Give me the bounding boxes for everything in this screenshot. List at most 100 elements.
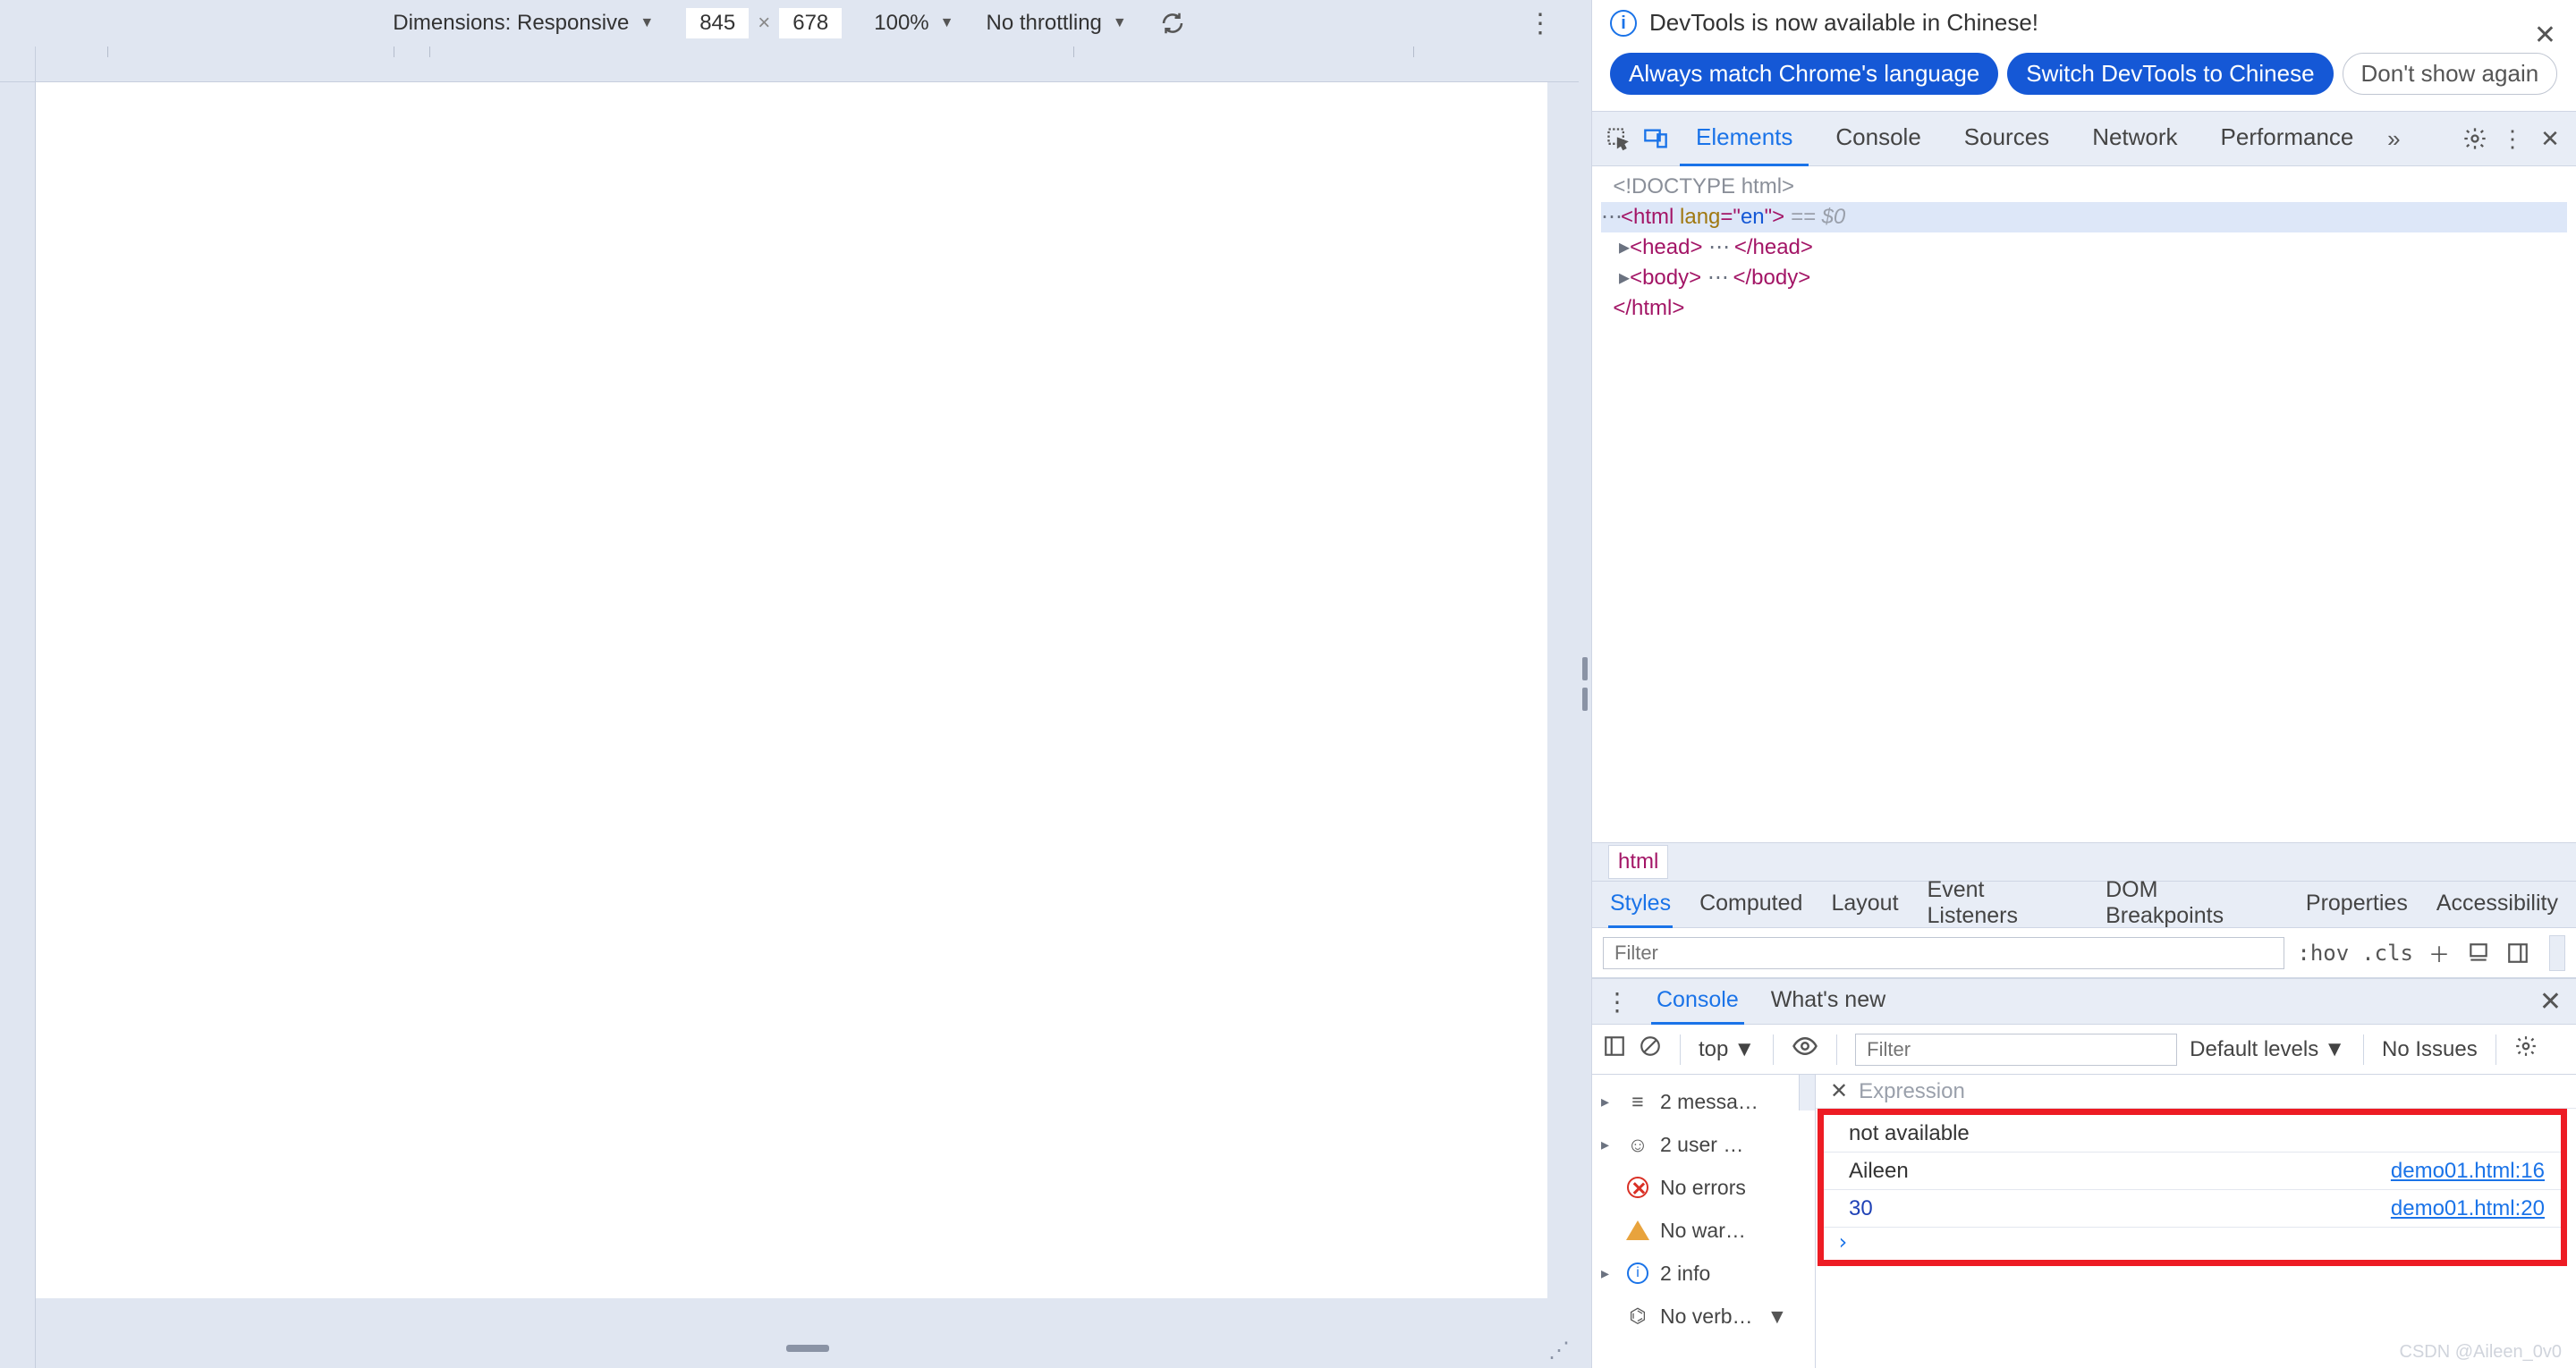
subtab-accessibility[interactable]: Accessibility [2435, 882, 2560, 928]
zoom-label: 100% [874, 11, 928, 36]
switch-language-button[interactable]: Switch DevTools to Chinese [2007, 53, 2333, 95]
resize-handle-bottom[interactable] [786, 1345, 829, 1352]
clear-console-icon[interactable] [1639, 1034, 1662, 1064]
elements-tree[interactable]: <!DOCTYPE html> ⋯<html lang="en"> == $0 … [1592, 166, 2576, 842]
gear-icon[interactable] [2514, 1034, 2538, 1064]
chevron-right-icon: ▸ [1601, 1264, 1615, 1283]
hov-toggle[interactable]: :hov [2297, 941, 2349, 966]
dimensions-label: Dimensions: Responsive [393, 11, 629, 36]
console-filter-input[interactable] [1855, 1034, 2177, 1066]
drawer-tab-whats-new[interactable]: What's new [1766, 978, 1891, 1025]
drawer-tab-console[interactable]: Console [1651, 978, 1744, 1025]
kebab-icon[interactable]: ⋮ [2499, 125, 2526, 152]
console-log-row: Aileen demo01.html:16 [1824, 1153, 2561, 1190]
subtab-computed[interactable]: Computed [1698, 882, 1804, 928]
log-value: 30 [1849, 1196, 1873, 1221]
styles-filter-input[interactable] [1603, 937, 2284, 969]
sidebar-label: 2 messa… [1660, 1090, 1758, 1114]
log-source-link[interactable]: demo01.html:20 [2391, 1196, 2545, 1221]
breadcrumb-html[interactable]: html [1608, 845, 1668, 879]
chevron-down-icon: ▼ [1113, 15, 1127, 31]
subtab-layout[interactable]: Layout [1829, 882, 1900, 928]
ruler-row [0, 46, 1579, 82]
gear-icon[interactable] [2462, 125, 2488, 152]
sidebar-item-warnings[interactable]: No war… [1592, 1209, 1815, 1252]
breadcrumb: html [1592, 842, 2576, 882]
console-sidebar: ▸ 2 messa… ▸ 2 user … No errors [1592, 1075, 1816, 1368]
tab-elements[interactable]: Elements [1680, 111, 1809, 166]
width-input[interactable] [686, 8, 749, 38]
sidebar-item-user[interactable]: ▸ 2 user … [1592, 1123, 1815, 1166]
console-log-row: 30 demo01.html:20 [1824, 1190, 2561, 1228]
rotate-icon[interactable] [1159, 10, 1186, 37]
sidebar-toggle-icon[interactable] [1603, 1034, 1626, 1064]
html-element-row[interactable]: ⋯<html lang="en"> == $0 [1601, 202, 2567, 232]
scrollbar-stub[interactable] [2549, 935, 2565, 971]
infobar-message: DevTools is now available in Chinese! [1649, 9, 2038, 37]
new-style-icon[interactable]: ＋ [2426, 937, 2453, 968]
resize-grip-icon[interactable]: ⋰ [1548, 1338, 1573, 1363]
subtab-properties[interactable]: Properties [2304, 882, 2410, 928]
body-element-row[interactable]: ▸<body> ⋯ </body> [1601, 263, 2567, 293]
error-icon [1627, 1177, 1648, 1198]
context-dropdown[interactable]: top ▼ [1699, 1037, 1755, 1062]
dimensions-dropdown[interactable]: Dimensions: Responsive ▼ [393, 11, 654, 36]
height-input[interactable] [779, 8, 842, 38]
doctype: <!DOCTYPE html> [1613, 174, 1794, 198]
tab-sources[interactable]: Sources [1948, 111, 2065, 166]
log-levels-dropdown[interactable]: Default levels ▼ [2190, 1037, 2345, 1062]
close-icon[interactable]: ✕ [2539, 986, 2562, 1018]
match-language-button[interactable]: Always match Chrome's language [1610, 53, 1998, 95]
chevron-down-icon: ▼ [1767, 1305, 1788, 1329]
inspect-icon[interactable] [1605, 125, 1631, 152]
layout-panel-icon[interactable] [2504, 942, 2531, 965]
user-icon [1626, 1133, 1649, 1157]
ruler-vertical [0, 82, 36, 1368]
close-icon[interactable]: ✕ [1830, 1078, 1848, 1104]
watermark: CSDN @Aileen_0v0 [2400, 1342, 2563, 1363]
console-prompt[interactable]: › [1824, 1228, 2561, 1256]
warning-icon [1626, 1220, 1649, 1240]
chevron-down-icon: ▼ [2324, 1037, 2345, 1062]
issues-label[interactable]: No Issues [2382, 1037, 2478, 1062]
log-source-link[interactable]: demo01.html:16 [2391, 1159, 2545, 1184]
throttling-dropdown[interactable]: No throttling ▼ [986, 11, 1126, 36]
throttling-label: No throttling [986, 11, 1101, 36]
live-expression-icon[interactable] [1792, 1033, 1818, 1066]
sidebar-label: No verb… [1660, 1305, 1753, 1329]
dont-show-button[interactable]: Don't show again [2343, 53, 2558, 95]
drawer-menu-icon[interactable]: ⋮ [1605, 987, 1630, 1017]
zoom-dropdown[interactable]: 100% ▼ [874, 11, 953, 36]
sidebar-item-info[interactable]: ▸ i 2 info [1592, 1252, 1815, 1295]
close-icon[interactable]: ✕ [2537, 125, 2563, 152]
computed-drawer-icon[interactable] [2465, 942, 2492, 965]
styles-subtabs: Styles Computed Layout Event Listeners D… [1592, 882, 2576, 928]
sidebar-item-messages[interactable]: ▸ 2 messa… [1592, 1080, 1815, 1123]
live-expression-row[interactable]: ✕ Expression [1816, 1075, 2576, 1109]
chevron-down-icon: ▼ [640, 15, 654, 31]
expression-result-row: not available [1824, 1115, 2561, 1153]
more-options-icon[interactable]: ⋮ [1527, 8, 1554, 39]
device-toggle-icon[interactable] [1642, 125, 1669, 152]
tab-console[interactable]: Console [1819, 111, 1936, 166]
scrollbar-stub[interactable] [1799, 1075, 1815, 1110]
html-close: </html> [1613, 296, 1684, 320]
console-toolbar: top ▼ Default levels ▼ No Issues [1592, 1025, 2576, 1075]
device-toolbar: Dimensions: Responsive ▼ × 100% ▼ No thr… [0, 0, 1579, 46]
ruler-horizontal [36, 46, 1579, 82]
tab-network[interactable]: Network [2076, 111, 2193, 166]
cls-toggle[interactable]: .cls [2361, 941, 2413, 966]
page-canvas [36, 82, 1547, 1298]
more-tabs-icon[interactable]: » [2380, 125, 2407, 152]
ruler-corner [0, 46, 36, 82]
head-element-row[interactable]: ▸<head> ⋯ </head> [1601, 232, 2567, 263]
pane-divider[interactable] [1579, 0, 1591, 1368]
subtab-styles[interactable]: Styles [1608, 882, 1673, 928]
tab-performance[interactable]: Performance [2205, 111, 2370, 166]
levels-label: Default levels [2190, 1037, 2318, 1062]
sidebar-item-verbose[interactable]: No verb… ▼ [1592, 1295, 1815, 1338]
log-value: Aileen [1849, 1159, 1909, 1184]
devtools-pane: i DevTools is now available in Chinese! … [1591, 0, 2576, 1368]
close-icon[interactable]: ✕ [2534, 20, 2556, 51]
sidebar-item-errors[interactable]: No errors [1592, 1166, 1815, 1209]
